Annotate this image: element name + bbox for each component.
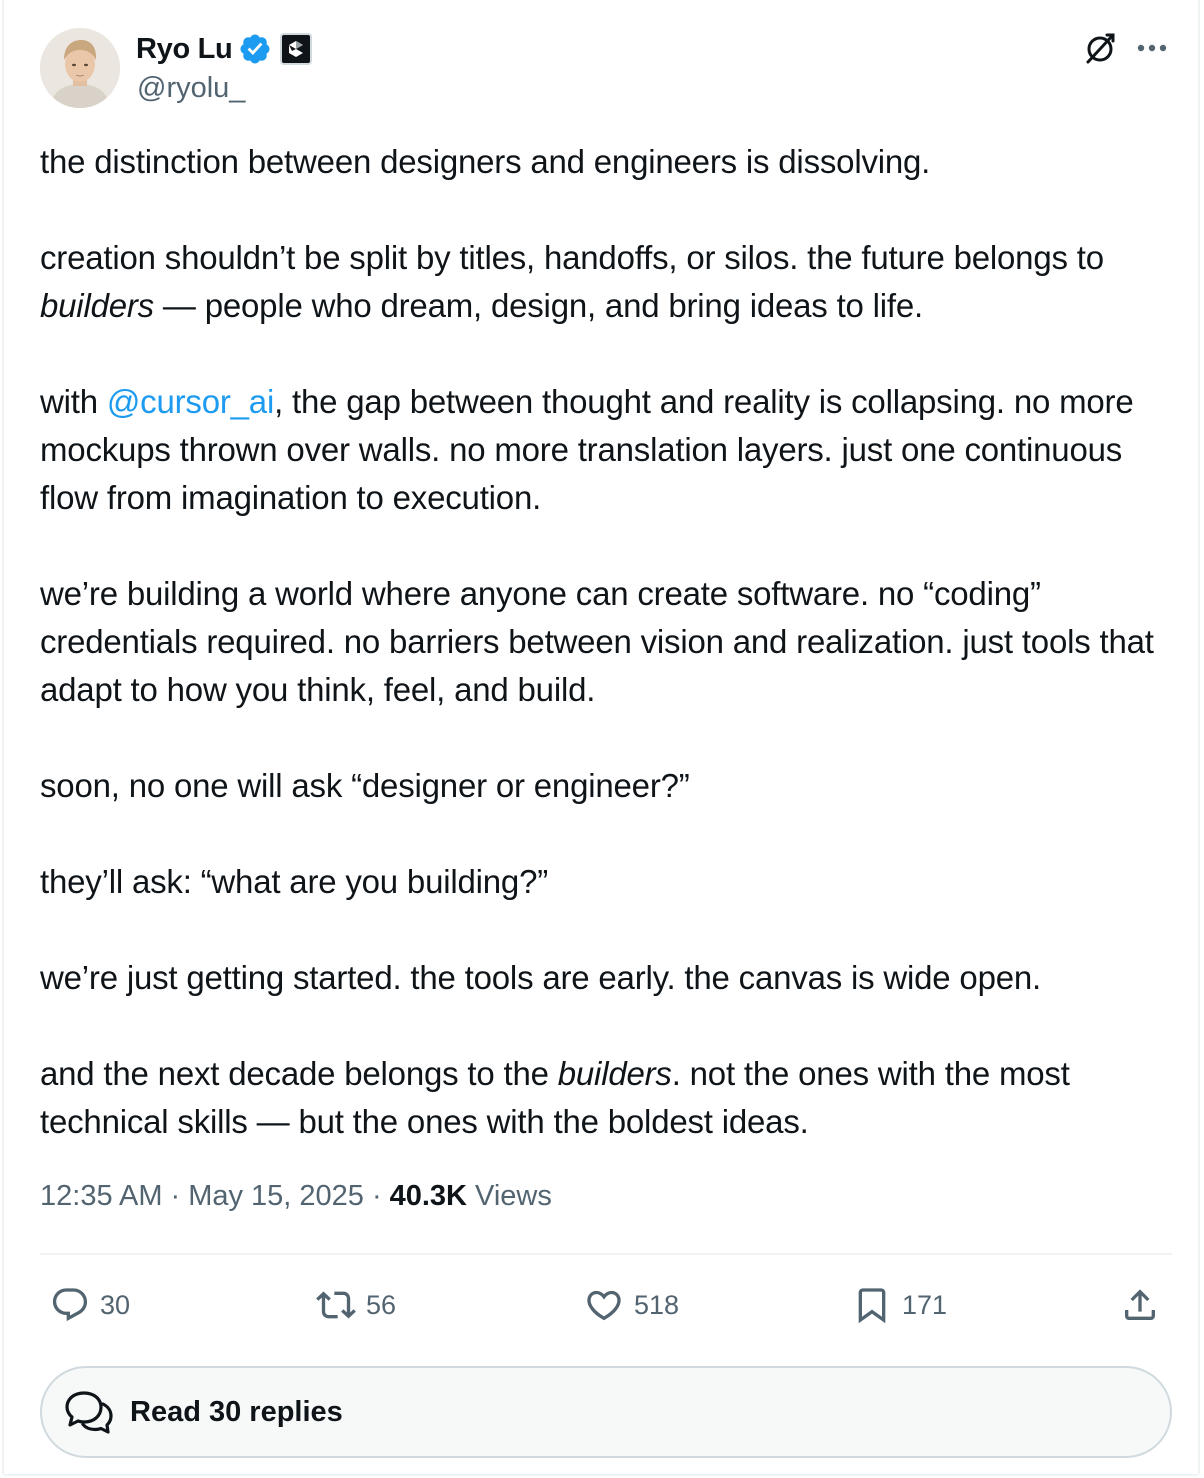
divider [40,1253,1172,1255]
tweet-meta: 12:35 AM · May 15, 2025 · 40.3K Views [40,1180,552,1213]
tweet-paragraph: we’re just getting started. the tools ar… [40,959,1042,996]
avatar[interactable] [40,28,120,108]
retweet-button[interactable]: 56 [316,1283,396,1327]
grok-icon[interactable] [1082,30,1118,66]
tweet-paragraph: creation shouldn’t be split by titles, h… [40,239,1104,324]
bookmark-count: 171 [902,1289,948,1320]
meta-separator: · [371,1180,382,1212]
person-avatar-icon [40,28,120,108]
affiliate-badge-icon[interactable] [280,33,313,65]
tweet-time[interactable]: 12:35 AM [40,1180,163,1213]
author-handle[interactable]: @ryolu_ [137,72,245,105]
mention-link[interactable]: @cursor_ai [107,383,274,420]
tweet-paragraph: with @cursor_ai, the gap between thought… [40,383,1134,516]
reply-button[interactable]: 30 [50,1283,130,1327]
share-button[interactable] [1120,1283,1160,1327]
cursor-logo-icon [289,41,304,57]
tweet-date[interactable]: May 15, 2025 [188,1180,364,1213]
meta-separator: · [170,1180,181,1212]
tweet-paragraph: the distinction between designers and en… [40,143,931,180]
retweet-icon [316,1291,356,1319]
views-count[interactable]: 40.3K [390,1180,467,1213]
reply-count: 30 [100,1289,131,1320]
bookmark-button[interactable]: 171 [852,1283,947,1327]
author-name[interactable]: Ryo Lu [136,33,233,66]
emphasis-builders: builders [557,1055,672,1092]
tweet-paragraph: we’re building a world where anyone can … [40,575,1154,708]
emphasis-builders: builders [40,287,154,324]
reply-icon [52,1288,88,1322]
read-replies-label: Read 30 replies [130,1395,343,1428]
conversation-icon [65,1391,113,1434]
like-button[interactable]: 518 [584,1283,679,1327]
share-icon [1125,1289,1155,1320]
tweet-paragraph: and the next decade belongs to the build… [40,1055,1070,1140]
like-icon [587,1290,621,1321]
retweet-count: 56 [366,1289,397,1320]
tweet-text: the distinction between designers and en… [40,138,1180,1146]
tweet-card: Ryo Lu @ryolu_ the distinction between d… [2,0,1200,1476]
tweet-paragraph: soon, no one will ask “designer or engin… [40,767,690,804]
like-count: 518 [634,1289,680,1320]
views-label: Views [475,1180,552,1212]
more-icon[interactable] [1132,33,1172,63]
tweet-paragraph: they’ll ask: “what are you building?” [40,863,549,900]
author-name-row: Ryo Lu [136,30,313,68]
verified-badge-icon[interactable] [238,32,272,66]
bookmark-icon [858,1288,886,1324]
read-replies-button[interactable]: Read 30 replies [40,1366,1172,1458]
